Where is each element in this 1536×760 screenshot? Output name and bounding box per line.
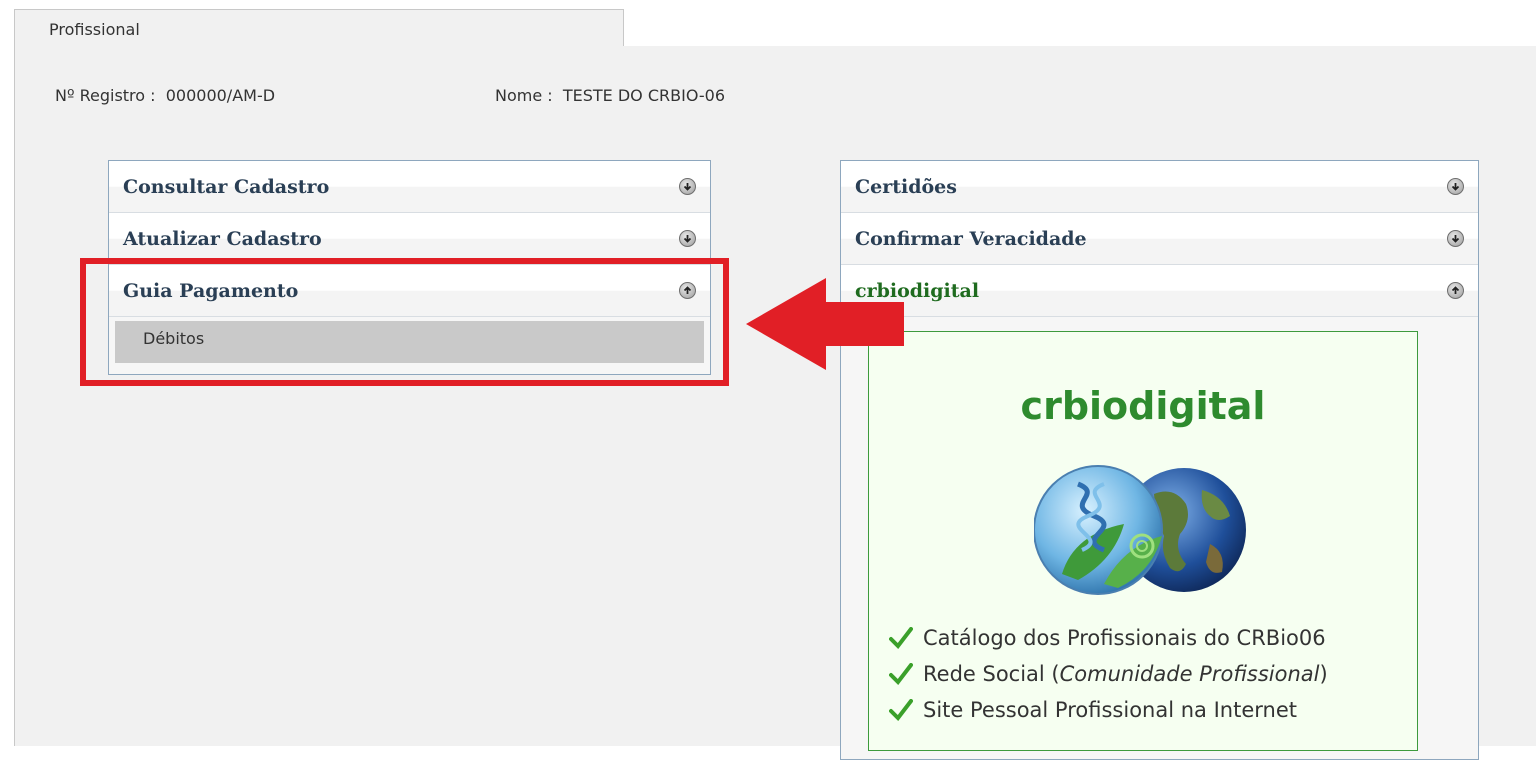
- tab-label: Profissional: [49, 20, 140, 39]
- checkmark-icon: [889, 663, 913, 685]
- menu-item-confirmar-veracidade[interactable]: Confirmar Veracidade: [841, 213, 1478, 265]
- arrow-down-circle-icon[interactable]: [679, 230, 696, 247]
- red-arrow-left-icon: [746, 278, 904, 370]
- checkmark-icon: [889, 627, 913, 649]
- feature-text-italic: Comunidade Profissional: [1059, 662, 1320, 686]
- registro-info: Nº Registro : 000000/AM-D: [55, 86, 275, 105]
- feature-text: Site Pessoal Profissional na Internet: [923, 698, 1297, 722]
- feature-text: Catálogo dos Profissionais do CRBio06: [923, 626, 1326, 650]
- menu-item-certidoes[interactable]: Certidões: [841, 161, 1478, 213]
- menu-item-crbiodigital[interactable]: crbiodigital: [841, 265, 1478, 317]
- arrow-down-circle-icon[interactable]: [1447, 178, 1464, 195]
- crbiodigital-promo[interactable]: crbiodigital Catálogo dos Profissionais …: [868, 331, 1418, 751]
- tab-profissional[interactable]: Profissional: [14, 9, 624, 47]
- feature-text-prefix: Rede Social (: [923, 662, 1060, 686]
- feature-site-pessoal: Site Pessoal Profissional na Internet: [889, 698, 1297, 722]
- menu-item-consultar-cadastro[interactable]: Consultar Cadastro: [109, 161, 710, 213]
- menu-item-label: Confirmar Veracidade: [855, 227, 1087, 250]
- arrow-up-circle-icon[interactable]: [1447, 282, 1464, 299]
- crbiodigital-logo: [1033, 464, 1256, 600]
- feature-catalogo: Catálogo dos Profissionais do CRBio06: [889, 626, 1326, 650]
- menu-item-label: Atualizar Cadastro: [123, 227, 322, 250]
- arrow-down-circle-icon[interactable]: [679, 178, 696, 195]
- highlight-box: [80, 258, 729, 386]
- nome-info: Nome : TESTE DO CRBIO-06: [495, 86, 725, 105]
- registro-value: 000000/AM-D: [165, 86, 276, 105]
- feature-rede-social: Rede Social (Comunidade Profissional): [889, 662, 1328, 686]
- nome-value: TESTE DO CRBIO-06: [562, 86, 726, 105]
- promo-title: crbiodigital: [1020, 384, 1266, 428]
- feature-text-suffix: ): [1319, 662, 1328, 686]
- registro-label: Nº Registro :: [55, 86, 156, 105]
- menu-item-label: Consultar Cadastro: [123, 175, 330, 198]
- checkmark-icon: [889, 699, 913, 721]
- nome-label: Nome :: [495, 86, 553, 105]
- arrow-down-circle-icon[interactable]: [1447, 230, 1464, 247]
- menu-item-label: Certidões: [855, 175, 957, 198]
